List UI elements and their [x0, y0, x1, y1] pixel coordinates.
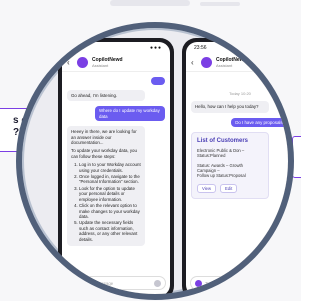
- status-bar: 22:47 ●●●: [62, 42, 170, 54]
- back-arrow-icon[interactable]: ‹: [191, 58, 199, 67]
- send-icon[interactable]: [278, 279, 285, 287]
- step-item: Log in to your Workday account using you…: [79, 162, 141, 173]
- composer-input[interactable]: Type a message: [205, 281, 278, 286]
- bot-message: Hello, how can I help you today?: [191, 101, 269, 113]
- steps-list: Log in to your Workday account using you…: [71, 162, 141, 242]
- status-time: 23:56: [194, 45, 207, 51]
- step-item: Update the necessary fields such as cont…: [79, 220, 141, 242]
- user-message: [151, 77, 165, 85]
- message-composer[interactable]: Type a message: [190, 276, 288, 290]
- message-composer[interactable]: Type a message: [66, 276, 166, 290]
- bot-subtitle: Assistant: [216, 63, 233, 68]
- step-item: Once logged in, navigate to the “Persona…: [79, 174, 141, 185]
- step-item: Look for the option to update your perso…: [79, 186, 141, 202]
- background-bar: [110, 0, 190, 6]
- edit-button[interactable]: Edit: [220, 184, 238, 194]
- chat-header: ‹ CopilotNewd Assistant: [62, 54, 170, 72]
- back-arrow-icon[interactable]: ‹: [67, 58, 75, 67]
- bot-subtitle: Assistant: [92, 63, 109, 68]
- phone-left: 22:47 ●●● ‹ CopilotNewd Assistant Go ahe…: [58, 38, 174, 294]
- send-icon[interactable]: [154, 279, 161, 287]
- message-thread: Go ahead, I’m listening. Where do I upda…: [62, 72, 170, 246]
- status-time: 22:47: [70, 45, 83, 51]
- add-icon[interactable]: [195, 279, 202, 287]
- user-message: Do I have any proposals?: [231, 117, 288, 128]
- card-line: Follow up Status:Proposal: [197, 173, 246, 179]
- magnifier-lens: 22:47 ●●● ‹ CopilotNewd Assistant Go ahe…: [16, 22, 294, 300]
- chat-screen: 23:56 ●●● ‹ CopilotNewd Assistant Hi Tod…: [186, 42, 288, 294]
- background-bar: [200, 2, 240, 6]
- bot-message: Go ahead, I’m listening.: [67, 90, 145, 102]
- bot-avatar: [201, 57, 212, 68]
- chat-screen: 22:47 ●●● ‹ CopilotNewd Assistant Go ahe…: [62, 42, 170, 294]
- card-title: List of Customers: [197, 138, 249, 145]
- phone-right: 23:56 ●●● ‹ CopilotNewd Assistant Hi Tod…: [182, 38, 288, 294]
- view-button[interactable]: View: [197, 184, 217, 194]
- reply-intro: Heeey in there, we are looking for an an…: [71, 129, 137, 146]
- status-bar: 23:56 ●●●: [186, 42, 288, 54]
- customer-list-card: List of Customers Electronic Public & Do…: [191, 132, 269, 200]
- composer-input[interactable]: Type a message: [81, 281, 154, 286]
- signal-icon: ●●●: [273, 45, 286, 51]
- reply-lead: To update your workday data, you can fol…: [71, 148, 137, 159]
- bot-message-steps: Heeey in there, we are looking for an an…: [67, 126, 145, 246]
- message-thread: Hi Today 10:20 Hello, how can I help you…: [186, 72, 288, 200]
- signal-icon: ●●●: [149, 45, 162, 51]
- step-item: Click on the relevant option to make cha…: [79, 203, 141, 219]
- user-message: Where do I update my workday data: [95, 106, 165, 122]
- add-icon[interactable]: [71, 279, 78, 287]
- card-actions: View Edit: [197, 184, 263, 194]
- bot-avatar: [77, 57, 88, 68]
- timestamp: Today 10:20: [229, 91, 251, 97]
- user-message: Hi: [274, 77, 288, 87]
- chat-header: ‹ CopilotNewd Assistant: [186, 54, 288, 72]
- marketing-illustration: s of our ?" 22:47 ●●● ‹ CopilotNewd Assi…: [0, 0, 301, 301]
- card-line: Status: Awards – Growth Campaign –: [197, 162, 244, 173]
